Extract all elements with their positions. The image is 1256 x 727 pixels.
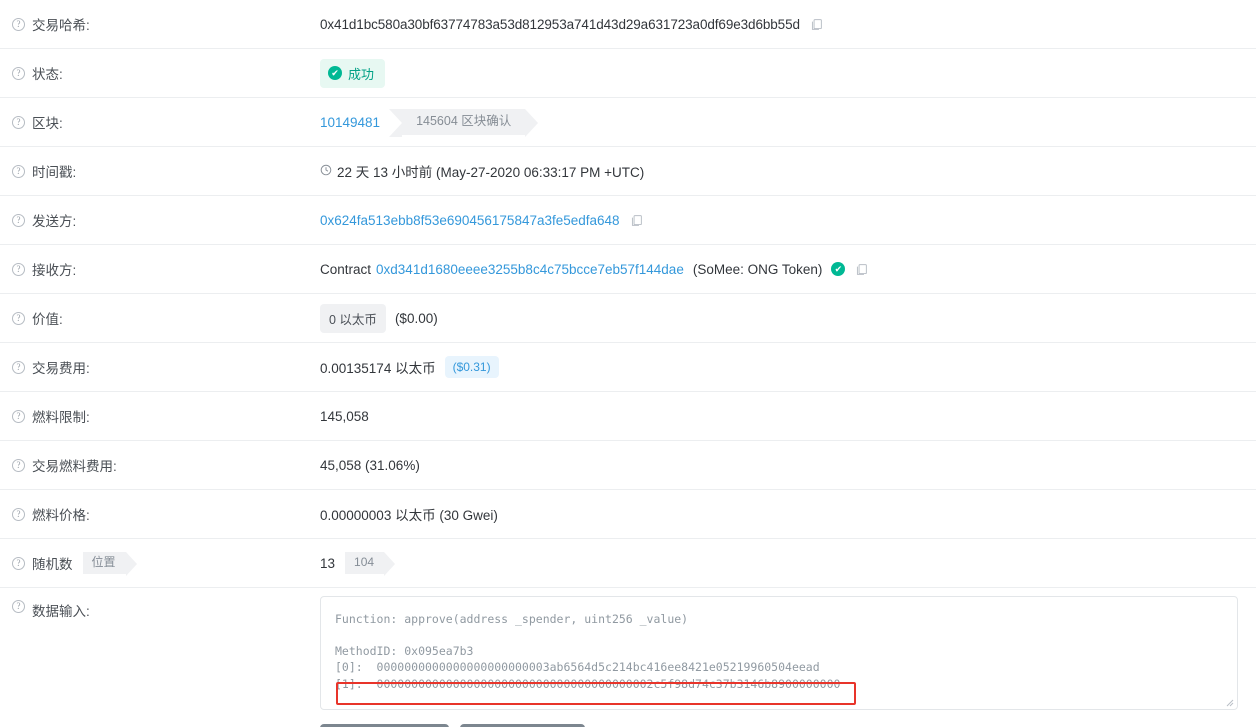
value-usd: ($0.00) <box>394 310 438 326</box>
value-to: Contract 0xd341d1680eeee3255b8c4c75bcce7… <box>320 245 1256 293</box>
help-icon[interactable]: ? <box>12 458 25 472</box>
help-icon[interactable]: ? <box>12 311 25 325</box>
value-gas-used: 45,058 (31.06%) <box>320 457 420 473</box>
row-tx-hash: ? 交易哈希: 0x41d1bc580a30bf63774783a53d8129… <box>0 0 1256 49</box>
code-line-param-1: [1]: 00000000000000000000000000000000000… <box>335 677 841 692</box>
help-icon[interactable]: ? <box>12 556 25 570</box>
verified-contract-icon: ✔ <box>831 262 846 276</box>
row-to: ? 接收方: Contract 0xd341d1680eeee3255b8c4c… <box>0 245 1256 294</box>
block-confirmations-chip: 145604 区块确认 <box>389 109 539 137</box>
help-icon[interactable]: ? <box>12 213 25 227</box>
help-icon[interactable]: ? <box>12 164 25 178</box>
value-gas-price: 0.00000003 以太币 (30 Gwei) <box>320 508 498 523</box>
label-gas-limit: ? 燃料限制: <box>0 392 320 440</box>
value-nonce: 13 104 <box>320 539 1256 587</box>
help-icon[interactable]: ? <box>12 600 25 613</box>
label-timestamp: ? 时间戳: <box>0 147 320 195</box>
row-gas-used: ? 交易燃料费用: 45,058 (31.06%) <box>0 441 1256 490</box>
value-block: 10149481 145604 区块确认 <box>320 98 1256 146</box>
label-text: 接收方: <box>32 263 77 278</box>
label-value: ? 价值: <box>0 294 320 342</box>
nonce-position-value: 104 <box>345 552 396 576</box>
row-from: ? 发送方: 0x624fa513ebb8f53e690456175847a3f… <box>0 196 1256 245</box>
copy-icon[interactable] <box>630 214 643 227</box>
label-text: 区块: <box>32 116 63 131</box>
value-tx-hash: 0x41d1bc580a30bf63774783a53d812953a741d4… <box>320 0 1256 48</box>
label-data-input: ? 数据输入: <box>0 588 320 636</box>
row-gas-price: ? 燃料价格: 0.00000003 以太币 (30 Gwei) <box>0 490 1256 539</box>
help-icon[interactable]: ? <box>12 507 25 521</box>
value-chip: 0 以太币 <box>320 303 386 333</box>
tx-fee-value: 0.00135174 以太币 <box>320 361 436 376</box>
check-icon: ✔ <box>328 66 342 80</box>
from-address-link[interactable]: 0x624fa513ebb8f53e690456175847a3fe5edfa6… <box>320 213 620 228</box>
value-from: 0x624fa513ebb8f53e690456175847a3fe5edfa6… <box>320 196 1256 244</box>
help-icon[interactable]: ? <box>12 115 25 129</box>
row-tx-fee: ? 交易费用: 0.00135174 以太币 ($0.31) <box>0 343 1256 392</box>
help-icon[interactable]: ? <box>12 409 25 423</box>
value-gas-limit: 145,058 <box>320 408 369 424</box>
label-text: 发送方: <box>32 214 77 229</box>
code-line-param-0: [0]: 0000000000000000000000003ab6564d5c2… <box>335 660 820 675</box>
label-tx-fee: ? 交易费用: <box>0 343 320 391</box>
data-input-textarea[interactable]: Function: approve(address _spender, uint… <box>320 596 1238 710</box>
code-line-methodid: MethodID: 0x095ea7b3 <box>335 643 474 658</box>
label-gas-used: ? 交易燃料费用: <box>0 441 320 489</box>
block-number-link[interactable]: 10149481 <box>320 115 380 130</box>
label-text: 价值: <box>32 312 63 327</box>
help-icon[interactable]: ? <box>12 17 25 31</box>
value-tx-fee: 0.00135174 以太币 ($0.31) <box>320 343 1256 391</box>
row-status: ? 状态: ✔ 成功 <box>0 49 1256 98</box>
value-timestamp: 22 天 13 小时前 (May-27-2020 06:33:17 PM +UT… <box>320 147 1256 195</box>
nonce-position-tag: 位置 <box>82 552 137 576</box>
row-block: ? 区块: 10149481 145604 区块确认 <box>0 98 1256 147</box>
row-timestamp: ? 时间戳: 22 天 13 小时前 (May-27-2020 06:33:17… <box>0 147 1256 196</box>
copy-icon[interactable] <box>810 18 823 31</box>
contract-prefix: Contract <box>320 261 372 277</box>
row-data-input: ? 数据输入: Function: approve(address _spend… <box>0 588 1256 727</box>
label-text: 交易哈希: <box>32 18 90 33</box>
data-input-buttons: View Input As 解码输入数据 <box>320 710 1244 727</box>
clock-icon <box>320 164 332 179</box>
copy-icon[interactable] <box>855 263 868 276</box>
row-nonce: ? 随机数 位置 13 104 <box>0 539 1256 588</box>
transaction-details-table: ? 交易哈希: 0x41d1bc580a30bf63774783a53d8129… <box>0 0 1256 727</box>
row-gas-limit: ? 燃料限制: 145,058 <box>0 392 1256 441</box>
code-line-function: Function: approve(address _spender, uint… <box>335 612 689 626</box>
label-status: ? 状态: <box>0 49 320 97</box>
label-text: 数据输入: <box>32 604 90 619</box>
nonce-value: 13 <box>320 555 336 571</box>
value-data-input: Function: approve(address _spender, uint… <box>320 588 1256 727</box>
label-tx-hash: ? 交易哈希: <box>0 0 320 48</box>
label-gas-price: ? 燃料价格: <box>0 490 320 538</box>
row-value: ? 价值: 0 以太币 ($0.00) <box>0 294 1256 343</box>
label-from: ? 发送方: <box>0 196 320 244</box>
value-amount: 0 以太币 ($0.00) <box>320 294 1256 342</box>
to-address-link[interactable]: 0xd341d1680eeee3255b8c4c75bcce7eb57f144d… <box>376 262 684 277</box>
label-text: 随机数 <box>32 557 73 572</box>
tx-hash-value: 0x41d1bc580a30bf63774783a53d812953a741d4… <box>320 16 800 32</box>
tx-fee-usd-chip: ($0.31) <box>444 356 499 378</box>
label-text: 交易燃料费用: <box>32 459 117 474</box>
token-name: (SoMee: ONG Token) <box>692 261 823 277</box>
status-badge: ✔ 成功 <box>320 58 386 88</box>
label-text: 状态: <box>32 67 63 82</box>
help-icon[interactable]: ? <box>12 66 25 80</box>
timestamp-value: 22 天 13 小时前 (May-27-2020 06:33:17 PM +UT… <box>337 165 645 180</box>
help-icon[interactable]: ? <box>12 262 25 276</box>
label-nonce: ? 随机数 位置 <box>0 539 320 587</box>
label-block: ? 区块: <box>0 98 320 146</box>
label-text: 燃料限制: <box>32 410 90 425</box>
label-to: ? 接收方: <box>0 245 320 293</box>
label-text: 燃料价格: <box>32 508 90 523</box>
resize-grip-icon[interactable] <box>1224 697 1234 707</box>
help-icon[interactable]: ? <box>12 360 25 374</box>
value-status: ✔ 成功 <box>320 49 1256 97</box>
status-badge-label: 成功 <box>348 66 375 82</box>
label-text: 时间戳: <box>32 165 77 180</box>
label-text: 交易费用: <box>32 361 90 376</box>
